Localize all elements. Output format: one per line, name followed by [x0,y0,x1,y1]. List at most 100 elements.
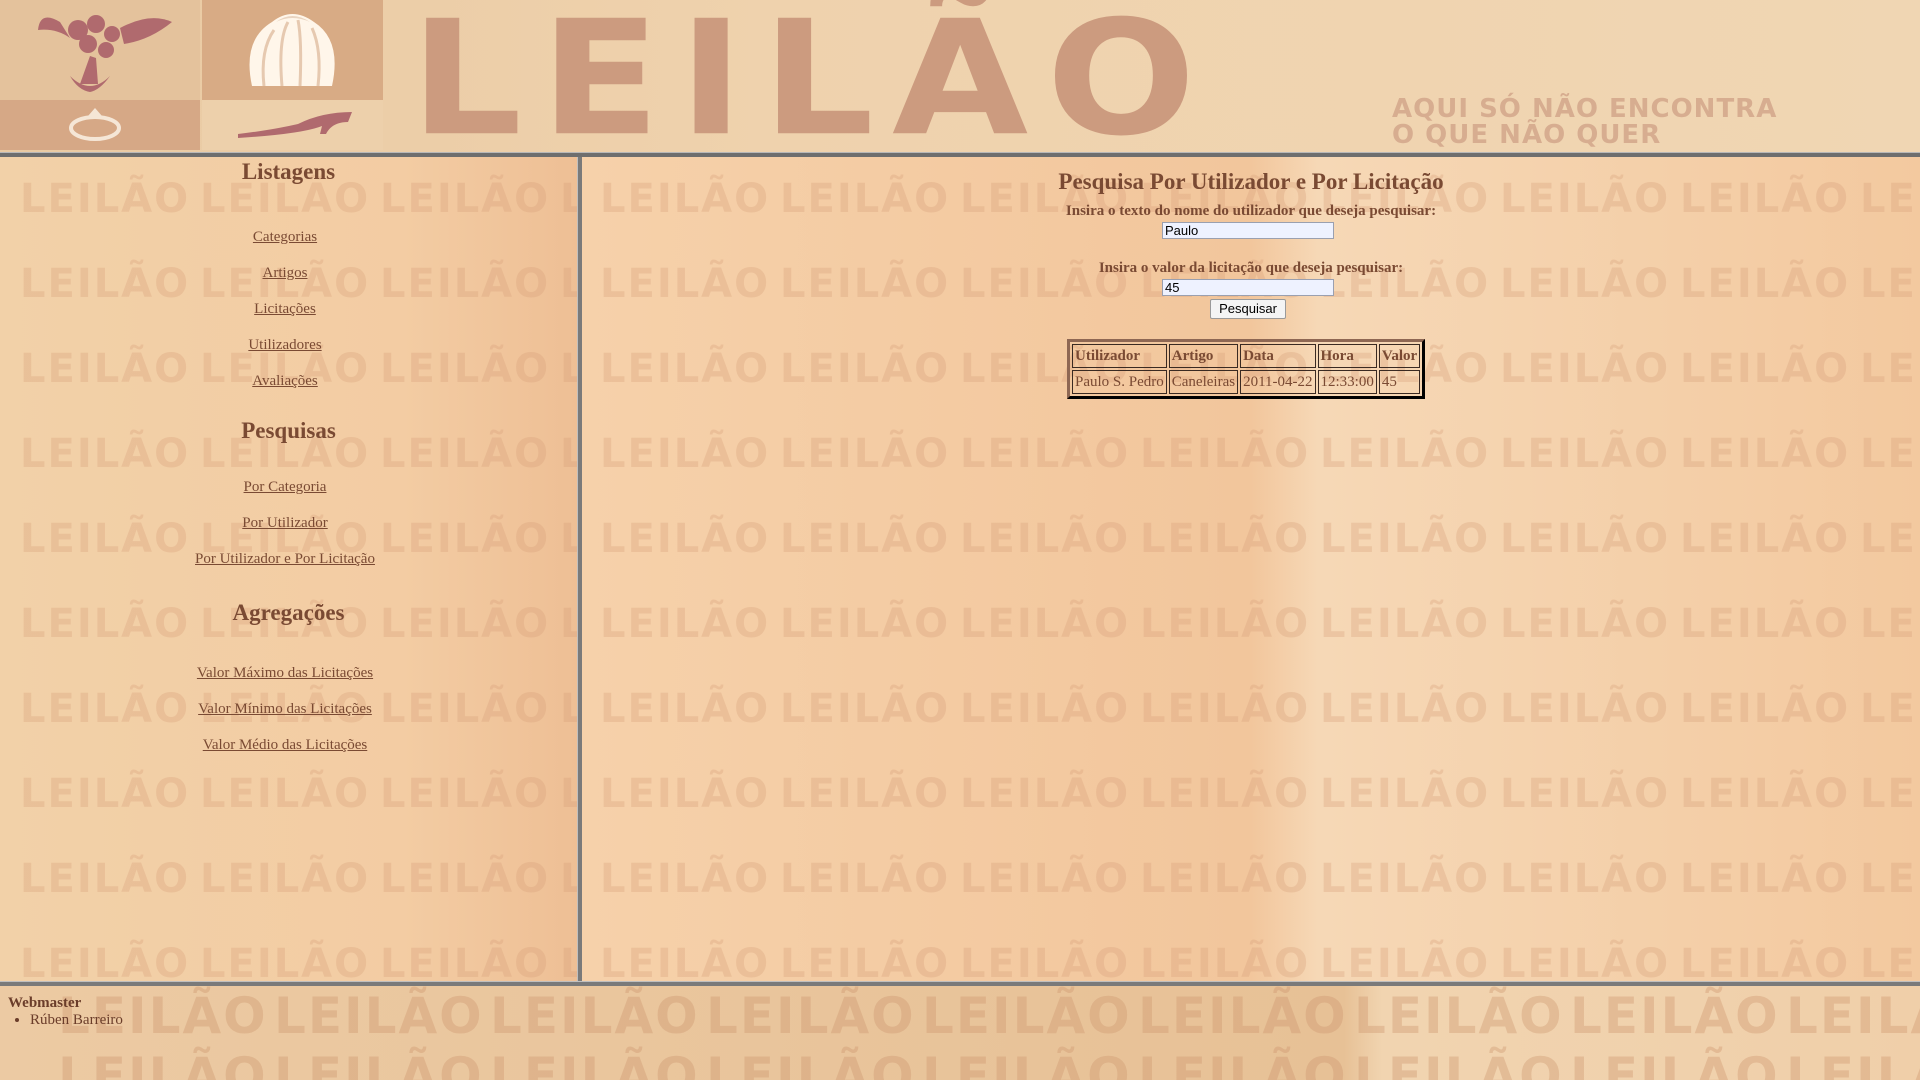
bridal-veil-icon [249,14,335,87]
sidebar-link-valor-minimo[interactable]: Valor Mínimo das Licitações [0,691,570,727]
banner-tile-flowers [0,0,200,100]
watermark-text: LEILÃO [560,771,577,817]
watermark-text: LEILÃO [380,941,551,981]
watermark-row: LEILÃOLEILÃOLEILÃOLEILÃOLEILÃOLEILÃOLEIL… [600,837,1920,922]
watermark-text: LEILÃO [200,941,371,981]
watermark-text: LEILÃO [1138,1047,1348,1080]
watermark-text: LEILÃO [1320,516,1491,562]
watermark-text: LEILÃO [1500,856,1671,902]
watermark-text: LEILÃO [922,987,1132,1045]
watermark-text: LEILÃO [1680,346,1851,392]
sidebar-link-avaliacoes[interactable]: Avaliações [0,363,570,399]
watermark-text: LEILÃO [1860,516,1920,562]
watermark-text: LEILÃO [600,431,771,477]
watermark-text: LEILÃO [1140,601,1311,647]
watermark-text: LEILÃO [1680,941,1851,981]
banner-tile-ring [0,100,200,150]
watermark-text: LEILÃO [600,771,771,817]
cell-hora: 12:33:00 [1317,370,1377,394]
watermark-row: LEILÃOLEILÃOLEILÃOLEILÃOLEILÃOLEILÃOLEIL… [600,667,1920,752]
footer-watermark: LEILÃO LEILÃO LEILÃO LEILÃO LEILÃO LEILÃO LEIL… [0,986,1920,1080]
webmaster-name: Rúben Barreiro [30,1012,123,1029]
watermark-text: LEILÃO [780,261,951,307]
tagline-line-2: O QUE NÃO QUER [1392,120,1662,150]
watermark-text: LEILÃO [1680,686,1851,732]
sidebar-link-por-categoria[interactable]: Por Categoria [0,469,570,505]
watermark-text: LEILÃO [780,346,951,392]
sidebar-link-categorias[interactable]: Categorias [0,219,570,255]
watermark-text: LEILÃO [1500,261,1671,307]
watermark-text: LEILÃO [960,856,1131,902]
cell-valor: 45 [1378,370,1421,394]
watermark-text: LEILÃO [1140,431,1311,477]
tagline-line-1: AQUI SÓ NÃO ENCONTRA [1392,94,1778,124]
watermark-text: LEILÃO [1860,686,1920,732]
watermark-text: LEILÃO [922,1047,1132,1080]
watermark-text: LEILÃO [58,1047,268,1080]
column-header-utilizador: Utilizador [1072,344,1167,368]
watermark-text: LEILÃO [274,1047,484,1080]
watermark-text: LEILÃO [600,346,771,392]
watermark-row: LEILÃOLEILÃOLEILÃOLEILÃOLEILÃOLEILÃOLEIL… [58,1046,1920,1080]
watermark-text: LEILÃO [1320,771,1491,817]
watermark-text: LEILÃO [960,941,1131,981]
watermark-text: LEILÃO [1500,941,1671,981]
sidebar-link-por-utilizador[interactable]: Por Utilizador [0,505,570,541]
name-search-input[interactable] [1162,222,1334,239]
watermark-row: LEILÃOLEILÃOLEILÃOLEILÃOLEILÃOLEILÃOLEIL… [600,752,1920,837]
search-button[interactable]: Pesquisar [1210,299,1286,319]
sidebar-link-por-utilizador-e-licitacao[interactable]: Por Utilizador e Por Licitação [0,541,570,577]
value-search-input[interactable] [1162,279,1334,296]
watermark-text: LEILÃO [1860,431,1920,477]
watermark-text: LEILÃO [1860,346,1920,392]
watermark-text: LEILÃO [1320,601,1491,647]
watermark-text: LEILÃO [780,516,951,562]
watermark-text: LEILÃO [960,771,1131,817]
name-search-label: Insira o texto do nome do utilizador que… [1065,203,1437,219]
watermark-text: LEILÃO [380,856,551,902]
main-frame: LEILÃO LEILÃO LEILÃO LEILÃO LEILÃO LEILÃO LEIL… [582,157,1920,981]
watermark-text: LEILÃO [1320,856,1491,902]
watermark-text: LEILÃO [960,431,1131,477]
watermark-text: LEILÃO [780,941,951,981]
watermark-text: LEILÃO [1140,941,1311,981]
watermark-text: LEILÃO [1500,346,1671,392]
watermark-text: LEILÃO [1140,686,1311,732]
footer-title: Webmaster [8,995,82,1011]
watermark-text: LEILÃO [600,261,771,307]
watermark-text: LEILÃO [20,856,191,902]
sidebar-link-artigos[interactable]: Artigos [0,255,570,291]
watermark-text: LEILÃO [1320,941,1491,981]
column-header-valor: Valor [1378,344,1421,368]
watermark-text: LEILÃO [1680,431,1851,477]
watermark-text: LEILÃO [600,686,771,732]
sidebar-frame: LEILÃOLEILÃOLEILÃOLEILÃOLEILÃOLEILÃOLEIL… [0,157,577,981]
column-header-artigo: Artigo [1168,344,1239,368]
sidebar-link-licitacoes[interactable]: Licitações [0,291,570,327]
watermark-text: LEILÃO [706,1047,916,1080]
watermark-text: LEILÃO [1570,987,1780,1045]
pesquisas-heading: Pesquisas [241,418,336,443]
watermark-text: LEILÃO [706,987,916,1045]
watermark-text: LEILÃO [600,856,771,902]
site-logo: LEILÃO [410,0,1214,152]
banner-tile-veil [202,0,383,100]
watermark-row: LEILÃOLEILÃOLEILÃOLEILÃOLEILÃOLEILÃOLEIL… [600,922,1920,981]
site-tagline: AQUI SÓ NÃO ENCONTRA O QUE NÃO QUER [1392,96,1777,148]
table-row: Paulo S. Pedro Caneleiras 2011-04-22 12:… [1072,370,1421,394]
watermark-row: LEILÃOLEILÃOLEILÃOLEILÃOLEILÃOLEILÃOLEIL… [600,497,1920,582]
header-banner: LEILÃO AQUI SÓ NÃO ENCONTRA O QUE NÃO QU… [0,0,1920,152]
watermark-text: LEILÃO [1500,601,1671,647]
watermark-row: LEILÃOLEILÃOLEILÃOLEILÃOLEILÃOLEILÃOLEIL… [58,986,1920,1046]
watermark-text: LEILÃO [1320,261,1491,307]
sidebar-link-utilizadores[interactable]: Utilizadores [0,327,570,363]
watermark-text: LEILÃO [960,261,1131,307]
sidebar-link-valor-medio[interactable]: Valor Médio das Licitações [0,727,570,763]
watermark-text: LEILÃO [1680,771,1851,817]
sidebar-link-valor-maximo[interactable]: Valor Máximo das Licitações [0,655,570,691]
ring-icon [69,108,121,141]
watermark-text: LEILÃO [1140,516,1311,562]
agregacoes-heading: Agregações [232,600,345,625]
watermark-text: LEILÃO [780,431,951,477]
watermark-text: LEILÃO [960,516,1131,562]
